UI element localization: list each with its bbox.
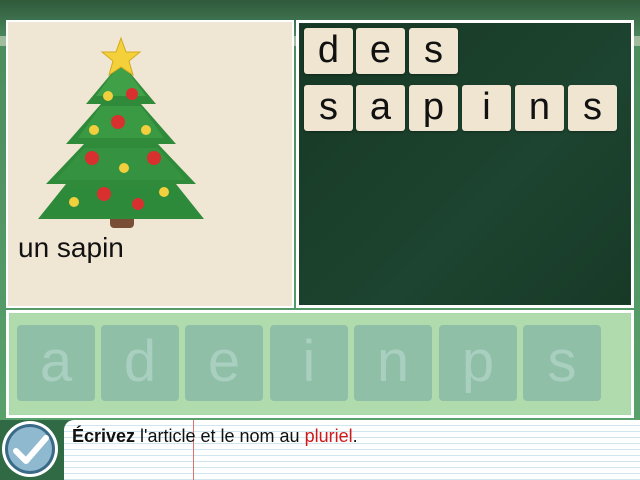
picture-caption: un sapin	[18, 232, 124, 263]
checkmark-icon	[13, 435, 49, 464]
letter-slot-d[interactable]: d	[101, 325, 179, 401]
letter-slot-p[interactable]: p	[439, 325, 517, 401]
answer-tile[interactable]: s	[304, 85, 353, 131]
answer-tile[interactable]: a	[356, 85, 405, 131]
picture-card-inner: un sapin	[10, 24, 290, 304]
letter-tray-inner: a d e i n p s	[10, 314, 630, 414]
instruction-panel: Écrivez l'article et le nom au pluriel.	[64, 420, 640, 480]
christmas-tree-icon	[38, 36, 204, 228]
answer-tile[interactable]: d	[304, 28, 353, 74]
answer-tile[interactable]: s	[568, 85, 617, 131]
letter-slot-s[interactable]: s	[523, 325, 601, 401]
letter-slot-i[interactable]: i	[270, 325, 348, 401]
letter-slot-n[interactable]: n	[354, 325, 432, 401]
letter-slot-e[interactable]: e	[185, 325, 263, 401]
answer-tile[interactable]: p	[409, 85, 458, 131]
letter-tray: a d e i n p s	[6, 310, 634, 418]
instruction-text: Écrivez l'article et le nom au pluriel.	[72, 426, 358, 447]
instruction-end: .	[352, 426, 358, 446]
instruction-highlight: pluriel	[304, 426, 353, 446]
answer-tile[interactable]: e	[356, 28, 405, 74]
instruction-middle: l'article et le nom au	[135, 426, 305, 446]
answer-board-inner: d e s s a p i n s	[300, 24, 630, 304]
answer-tile[interactable]: n	[515, 85, 564, 131]
instruction-bold: Écrivez	[72, 426, 136, 446]
answer-board[interactable]: d e s s a p i n s	[296, 20, 634, 308]
answer-tile[interactable]: s	[409, 28, 458, 74]
letter-slot-a[interactable]: a	[17, 325, 95, 401]
check-button[interactable]	[2, 421, 58, 477]
answer-tile[interactable]: i	[462, 85, 511, 131]
picture-card: un sapin	[6, 20, 294, 308]
